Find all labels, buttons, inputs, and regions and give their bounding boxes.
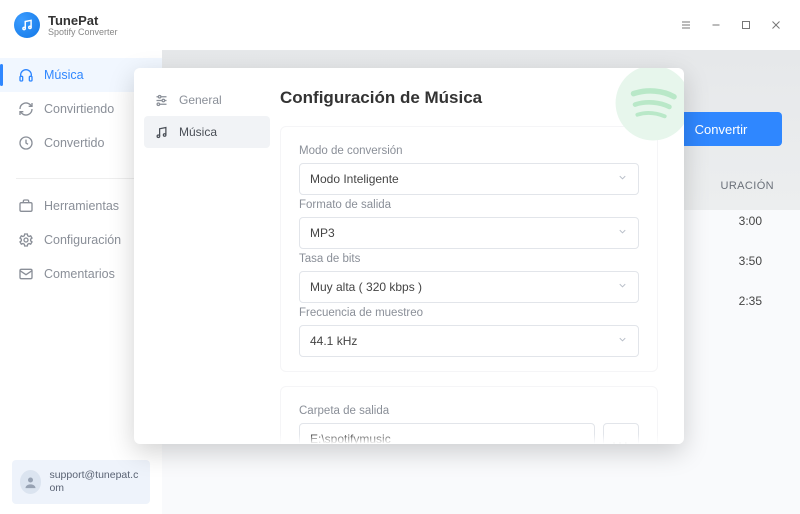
mail-icon xyxy=(18,266,34,282)
menu-button[interactable] xyxy=(672,11,700,39)
sidebar-item-label: Convertido xyxy=(44,136,104,150)
settings-modal: General Música Configuración de Música xyxy=(134,68,684,444)
window-buttons xyxy=(672,11,790,39)
field-label-conv-mode: Modo de conversión xyxy=(299,145,639,157)
music-icon xyxy=(154,125,169,140)
select-bitrate[interactable]: Muy alta ( 320 kbps ) xyxy=(299,271,639,303)
sidebar-item-label: Herramientas xyxy=(44,199,119,213)
select-out-format[interactable]: MP3 xyxy=(299,217,639,249)
clock-icon xyxy=(18,135,34,151)
chevron-down-icon xyxy=(617,334,628,348)
sidebar-item-label: Configuración xyxy=(44,233,121,247)
modal-tab-label: Música xyxy=(179,125,217,139)
select-samplerate[interactable]: 44.1 kHz xyxy=(299,325,639,357)
modal-sidebar: General Música xyxy=(134,68,280,444)
brand-name: TunePat xyxy=(48,13,118,28)
sliders-icon xyxy=(154,93,169,108)
refresh-icon xyxy=(18,101,34,117)
sidebar-divider xyxy=(16,178,146,179)
output-folder-input[interactable]: E:\spotifymusic xyxy=(299,423,595,444)
modal-content: Configuración de Música Modo de conversi… xyxy=(280,68,684,444)
chevron-down-icon xyxy=(617,280,628,294)
field-label-out-format: Formato de salida xyxy=(299,199,639,211)
app-window: TunePat Spotify Converter xyxy=(0,0,800,514)
close-button[interactable] xyxy=(762,11,790,39)
briefcase-icon xyxy=(18,198,34,214)
select-value: 44.1 kHz xyxy=(310,334,357,348)
modal-tab-general[interactable]: General xyxy=(144,84,270,116)
logo-icon xyxy=(14,12,40,38)
select-value: Muy alta ( 320 kbps ) xyxy=(310,280,422,294)
minimize-button[interactable] xyxy=(702,11,730,39)
settings-card-output: Carpeta de salida E:\spotifymusic ... xyxy=(280,386,658,444)
sidebar-item-label: Convirtiendo xyxy=(44,102,114,116)
sidebar-item-label: Música xyxy=(44,68,84,82)
duration-value: 3:00 xyxy=(739,214,762,228)
output-folder-value: E:\spotifymusic xyxy=(310,432,391,444)
support-email: support@tunepat.com xyxy=(49,469,142,495)
avatar-icon xyxy=(20,470,41,494)
sidebar-item-label: Comentarios xyxy=(44,267,115,281)
modal-tab-music[interactable]: Música xyxy=(144,116,270,148)
field-label-bitrate: Tasa de bits xyxy=(299,253,639,265)
modal-title: Configuración de Música xyxy=(280,88,658,108)
chevron-down-icon xyxy=(617,226,628,240)
select-conv-mode[interactable]: Modo Inteligente xyxy=(299,163,639,195)
select-value: Modo Inteligente xyxy=(310,172,399,186)
settings-card-audio: Modo de conversión Modo Inteligente Form… xyxy=(280,126,658,372)
browse-folder-button[interactable]: ... xyxy=(603,423,639,444)
maximize-button[interactable] xyxy=(732,11,760,39)
column-header-duration: URACIÓN xyxy=(720,180,774,192)
headphones-icon xyxy=(18,67,34,83)
duration-value: 3:50 xyxy=(739,254,762,268)
select-value: MP3 xyxy=(310,226,335,240)
field-label-out-folder: Carpeta de salida xyxy=(299,405,639,417)
duration-value: 2:35 xyxy=(739,294,762,308)
app-logo: TunePat Spotify Converter xyxy=(14,12,118,38)
chevron-down-icon xyxy=(617,172,628,186)
spotify-logo-icon xyxy=(614,68,684,142)
gear-icon xyxy=(18,232,34,248)
field-label-samplerate: Frecuencia de muestreo xyxy=(299,307,639,319)
support-card[interactable]: support@tunepat.com xyxy=(12,460,150,504)
brand-subtitle: Spotify Converter xyxy=(48,27,118,37)
modal-tab-label: General xyxy=(179,93,222,107)
title-bar: TunePat Spotify Converter xyxy=(0,0,800,50)
